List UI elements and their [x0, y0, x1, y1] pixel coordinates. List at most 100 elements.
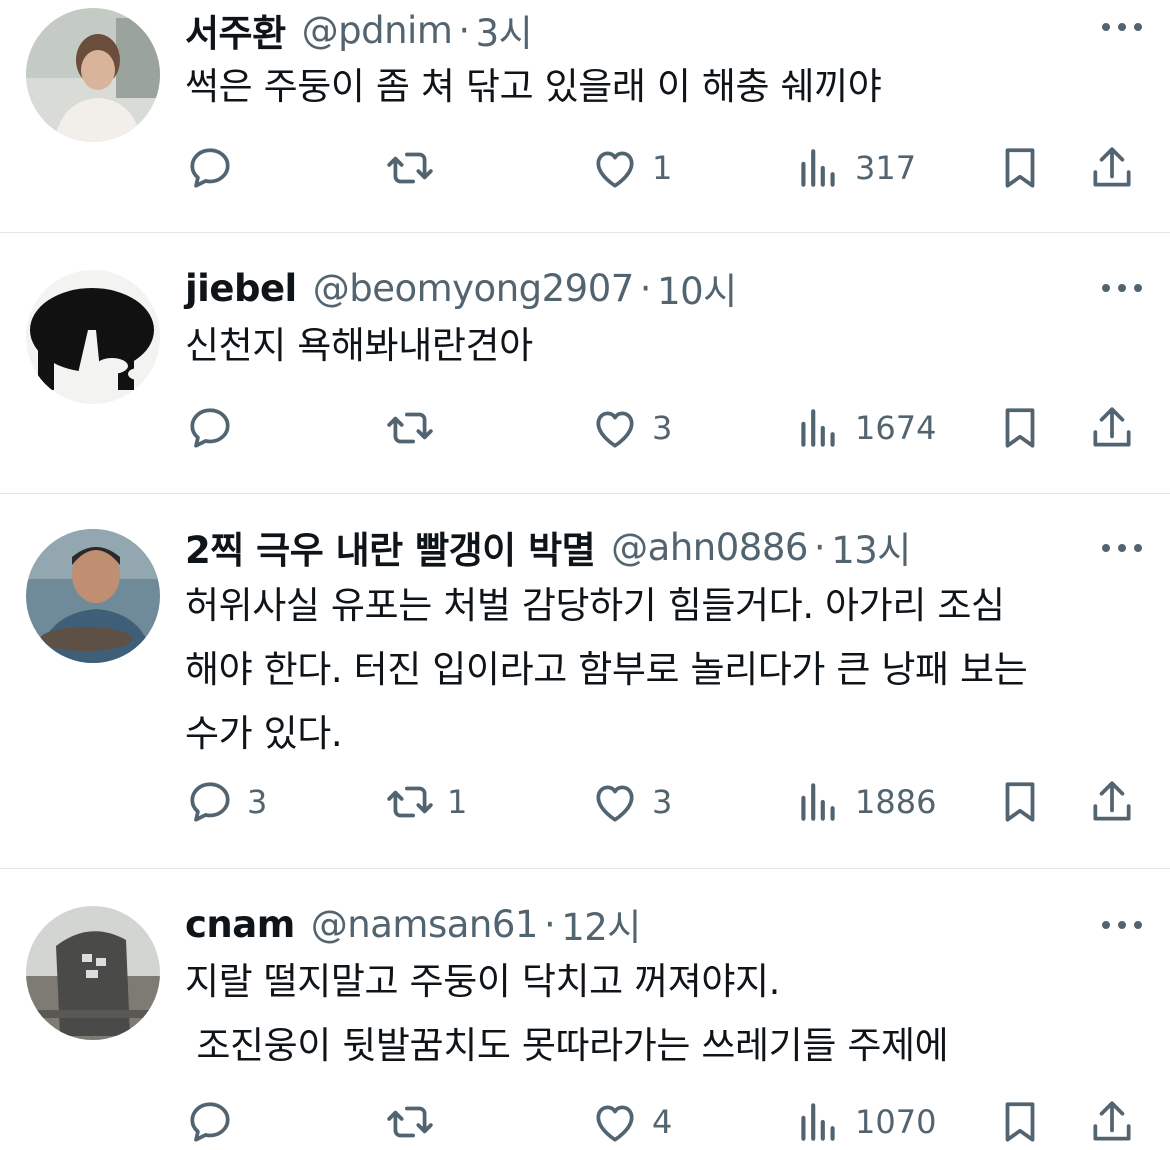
bookmark-button[interactable]	[995, 772, 1045, 832]
reply-icon	[190, 782, 230, 822]
bookmark-icon	[1005, 1102, 1035, 1142]
views-button[interactable]: 1674	[793, 398, 936, 458]
tweet-header: 서주환 @pdnim · 3시	[185, 2, 533, 58]
reply-icon	[190, 1102, 230, 1142]
view-count: 317	[855, 149, 917, 187]
separator-dot: ·	[543, 902, 556, 946]
tweet-header: 2찍 극우 내란 빨갱이 박멸 @ahn0886 · 13시	[185, 519, 911, 575]
heart-icon	[596, 1105, 634, 1142]
tweet-text: 신천지 욕해봐내란견아	[185, 314, 1145, 378]
like-button[interactable]: 1	[590, 138, 672, 198]
more-icon	[1102, 921, 1142, 929]
tweet-text-line: 신천지 욕해봐내란견아	[185, 324, 533, 367]
views-button[interactable]: 1070	[793, 1092, 936, 1150]
avatar[interactable]	[26, 8, 160, 142]
more-options-button[interactable]	[1094, 533, 1150, 563]
like-button[interactable]: 3	[590, 398, 672, 458]
heart-icon	[596, 411, 634, 448]
bookmark-button[interactable]	[995, 138, 1045, 198]
bookmark-icon	[1005, 148, 1035, 188]
like-count: 4	[652, 1103, 673, 1141]
avatar[interactable]	[26, 270, 160, 404]
bookmark-icon	[1005, 782, 1035, 822]
reply-icon	[190, 148, 230, 188]
share-button[interactable]	[1087, 138, 1137, 198]
tweet[interactable]: 서주환 @pdnim · 3시 썩은 주둥이 좀 쳐 닦고 있을래 이 해충 쉐…	[0, 0, 1170, 233]
heart-icon	[596, 151, 634, 188]
more-options-button[interactable]	[1094, 12, 1150, 42]
bookmark-icon	[1005, 408, 1035, 448]
share-icon	[1093, 1101, 1131, 1141]
user-handle[interactable]: @pdnim	[302, 9, 453, 52]
tweet-actions: 3 1674	[185, 398, 1145, 458]
avatar[interactable]	[26, 906, 160, 1040]
separator-dot: ·	[813, 525, 826, 569]
reply-button[interactable]	[185, 138, 247, 198]
like-count: 1	[652, 149, 673, 187]
more-options-button[interactable]	[1094, 910, 1150, 940]
retweet-icon	[387, 1106, 433, 1138]
share-icon	[1093, 147, 1131, 187]
views-icon	[801, 1103, 835, 1141]
tweet[interactable]: cnam @namsan61 · 12시 지랄 떨지말고 주둥이 닥치고 꺼져야…	[0, 870, 1170, 1150]
more-icon	[1102, 544, 1142, 552]
tweet[interactable]: jiebel @beomyong2907 · 10시 신천지 욕해봐내란견아 3…	[0, 234, 1170, 494]
retweet-icon	[387, 786, 433, 818]
user-handle[interactable]: @namsan61	[311, 903, 539, 946]
share-button[interactable]	[1087, 772, 1137, 832]
more-options-button[interactable]	[1094, 273, 1150, 303]
reply-button[interactable]: 3	[185, 772, 267, 832]
like-button[interactable]: 3	[590, 772, 672, 832]
retweet-button[interactable]	[385, 138, 447, 198]
views-icon	[801, 409, 835, 447]
view-count: 1070	[855, 1103, 937, 1141]
views-button[interactable]: 317	[793, 138, 916, 198]
tweet-actions: 1 317	[185, 138, 1145, 198]
timestamp[interactable]: 12시	[561, 897, 641, 951]
reply-button[interactable]	[185, 398, 247, 458]
separator-dot: ·	[639, 266, 652, 310]
retweet-button[interactable]: 1	[385, 772, 467, 832]
share-icon	[1093, 407, 1131, 447]
retweet-icon	[387, 152, 433, 184]
heart-icon	[596, 785, 634, 822]
display-name[interactable]: jiebel	[185, 267, 297, 310]
bookmark-button[interactable]	[995, 1092, 1045, 1150]
more-icon	[1102, 284, 1142, 292]
bookmark-button[interactable]	[995, 398, 1045, 458]
share-button[interactable]	[1087, 398, 1137, 458]
views-button[interactable]: 1886	[793, 772, 936, 832]
view-count: 1886	[855, 783, 937, 821]
like-button[interactable]: 4	[590, 1092, 672, 1150]
timestamp[interactable]: 3시	[476, 3, 533, 57]
user-handle[interactable]: @beomyong2907	[313, 267, 635, 310]
timestamp[interactable]: 10시	[657, 261, 737, 315]
like-count: 3	[652, 783, 673, 821]
retweet-count: 1	[447, 783, 468, 821]
tweet-text-line: 허위사실 유포는 처벌 감당하기 힘들거다. 아가리 조심	[185, 584, 1005, 627]
timestamp[interactable]: 13시	[831, 520, 911, 574]
tweet-text-line: 썩은 주둥이 좀 쳐 닦고 있을래 이 해충 쉐끼야	[185, 65, 882, 108]
view-count: 1674	[855, 409, 937, 447]
tweet-text-line: 조진웅이 뒷발꿈치도 못따라가는 쓰레기들 주제에	[185, 1024, 949, 1067]
tweet-header: jiebel @beomyong2907 · 10시	[185, 260, 737, 316]
reply-count: 3	[247, 783, 268, 821]
tweet[interactable]: 2찍 극우 내란 빨갱이 박멸 @ahn0886 · 13시 허위사실 유포는 …	[0, 495, 1170, 869]
tweet-text-line: 해야 한다. 터진 입이라고 함부로 놀리다가 큰 낭패 보는	[185, 648, 1028, 691]
user-handle[interactable]: @ahn0886	[611, 526, 808, 569]
tweet-actions: 4 1070	[185, 1092, 1145, 1150]
tweet-actions: 3 1 3 1886	[185, 772, 1145, 832]
views-icon	[801, 149, 835, 187]
reply-button[interactable]	[185, 1092, 247, 1150]
display-name[interactable]: 2찍 극우 내란 빨갱이 박멸	[185, 520, 596, 574]
share-button[interactable]	[1087, 1092, 1137, 1150]
retweet-button[interactable]	[385, 1092, 447, 1150]
tweet-text: 지랄 떨지말고 주둥이 닥치고 꺼져야지. 조진웅이 뒷발꿈치도 못따라가는 쓰…	[185, 950, 1145, 1078]
retweet-button[interactable]	[385, 398, 447, 458]
display-name[interactable]: cnam	[185, 903, 295, 946]
tweet-text-line: 수가 있다.	[185, 712, 343, 755]
display-name[interactable]: 서주환	[185, 3, 286, 57]
retweet-icon	[387, 412, 433, 444]
views-icon	[801, 783, 835, 821]
avatar[interactable]	[26, 529, 160, 663]
